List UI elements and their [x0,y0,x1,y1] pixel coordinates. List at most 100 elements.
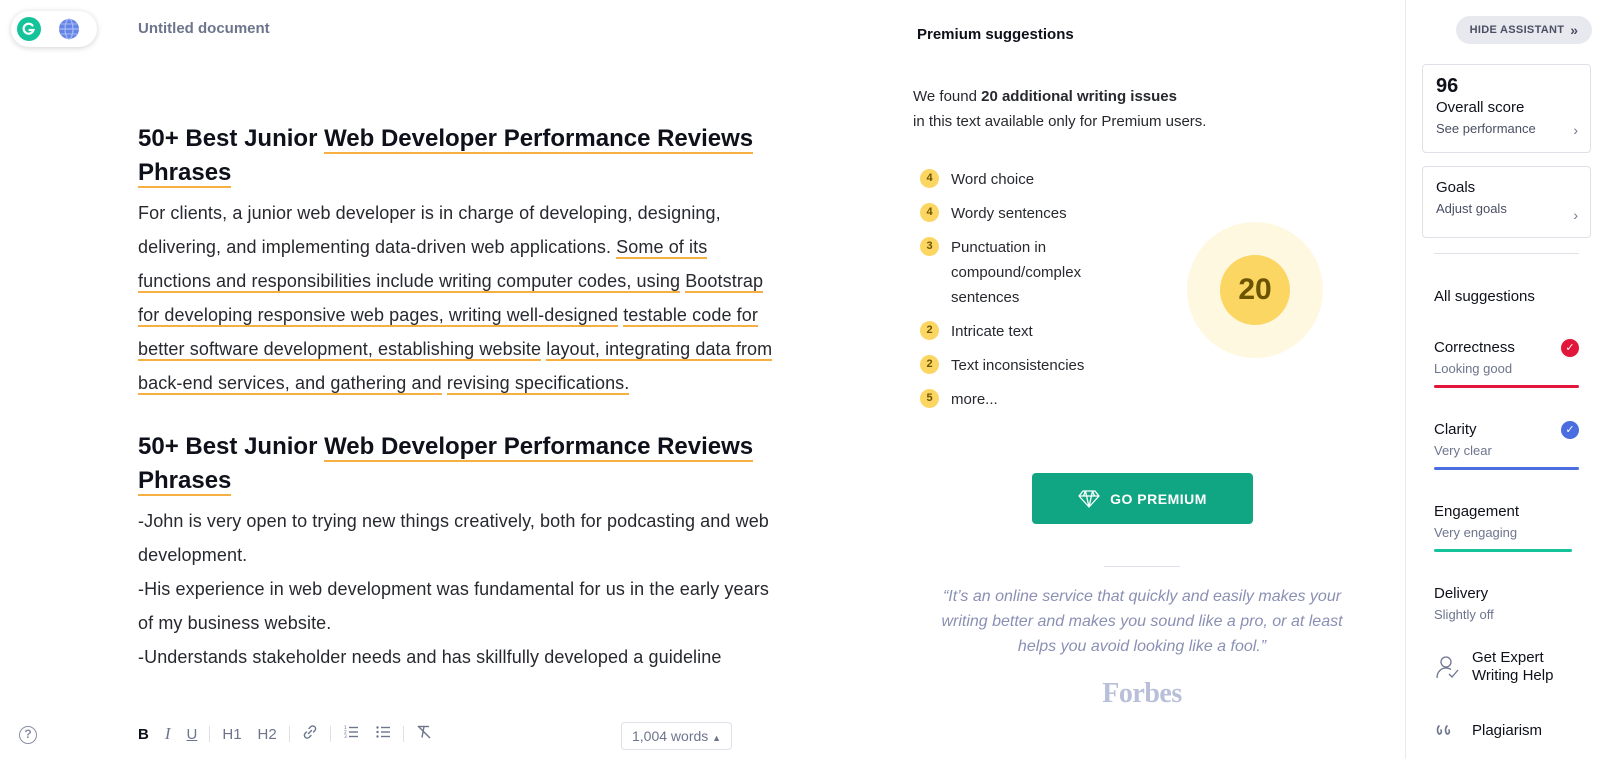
word-count-label: 1,004 words [632,728,709,744]
svg-text:3: 3 [344,734,347,740]
count-badge: 5 [920,389,939,408]
go-premium-button[interactable]: GO PREMIUM [1032,473,1253,524]
double-chevron-right-icon: » [1570,22,1579,38]
count-badge: 2 [920,321,939,340]
heading1-button[interactable]: H1 [214,726,249,743]
count-badge: 4 [920,169,939,188]
check-icon: ✓ [1561,339,1579,357]
diamond-icon [1078,489,1100,508]
plagiarism-label: Plagiarism [1472,722,1543,739]
overall-score-card[interactable]: 96 Overall score See performance › [1422,64,1591,153]
toolbar-divider [402,726,404,742]
issue-list: 4 Word choice 4 Wordy sentences 3 Punctuati… [920,167,1140,421]
metric-bar [1434,549,1572,552]
issue-label: Punctuation in compound/complex sentence… [951,239,1082,306]
paragraph-line: -John is very open to trying new things … [138,511,769,565]
metric-status: Looking good [1434,361,1513,376]
suggestion-underline[interactable]: Phrases [138,467,232,496]
total-issues-badge: 20 [1220,255,1290,325]
hide-assistant-label: HIDE ASSISTANT [1469,24,1565,36]
score-label: Overall score [1436,99,1525,116]
clear-formatting-icon[interactable] [408,724,440,744]
metric-bar [1434,467,1579,470]
list-item: 2 Text inconsistencies [920,353,1140,378]
language-globe-icon[interactable] [57,17,81,41]
paragraph-line: -His experience in web development was f… [138,579,769,633]
chevron-right-icon: › [1573,122,1578,138]
heading2-button[interactable]: H2 [250,726,285,743]
expert-help-link[interactable]: Get Expert Writing Help [1434,649,1572,685]
metric-status: Slightly off [1434,607,1494,622]
formatting-toolbar: B I U H1 H2 123 [130,722,440,746]
hide-assistant-button[interactable]: HIDE ASSISTANT » [1456,16,1592,44]
intro-highlight: 20 additional writing issues [981,88,1177,105]
more-link[interactable]: more... [951,387,998,412]
expert-help-label: Get Expert Writing Help [1472,649,1554,684]
ordered-list-icon[interactable]: 123 [335,724,367,744]
suggestion-underline[interactable]: Some of its [616,237,708,259]
score-value: 96 [1436,75,1459,97]
correctness-metric[interactable]: Correctness Looking good ✓ [1434,337,1579,388]
plagiarism-link[interactable]: Plagiarism [1434,718,1542,744]
word-count-button[interactable]: 1,004 words ▲ [621,722,733,750]
suggestion-underline[interactable]: revising specifications. [446,373,630,395]
heading-1: 50+ Best Junior Web Developer Performanc… [138,122,778,190]
help-icon[interactable]: ? [19,726,37,744]
goals-card[interactable]: Goals Adjust goals › [1422,166,1591,238]
see-performance-link[interactable]: See performance [1436,119,1577,139]
premium-title: Premium suggestions [917,26,1074,43]
list-item[interactable]: 5 more... [920,387,1140,412]
count-badge: 4 [920,203,939,222]
all-suggestions-tab[interactable]: All suggestions [1434,288,1535,305]
document-editor[interactable]: 50+ Best Junior Web Developer Performanc… [138,122,778,674]
app-switcher[interactable] [11,11,97,47]
quote-marks-icon [1436,725,1451,735]
heading-text: 50+ Best Junior [138,125,325,152]
list-item: 4 Word choice [920,167,1140,192]
goals-label: Goals [1436,179,1476,196]
metric-status: Very engaging [1434,525,1518,540]
metric-status: Very clear [1434,443,1492,458]
document-title[interactable]: Untitled document [138,20,270,37]
count-badge: 3 [920,237,939,256]
chevron-right-icon: › [1573,207,1578,223]
metric-name: Engagement [1434,503,1520,520]
metric-name: Delivery [1434,585,1489,602]
list-item: 4 Wordy sentences [920,201,1140,226]
suggestion-underline[interactable]: Web Developer Performance Reviews [324,433,754,462]
metric-bar [1434,385,1579,388]
bold-button[interactable]: B [130,726,157,743]
issue-label: Intricate text [951,323,1033,340]
caret-up-icon: ▲ [712,733,722,743]
engagement-metric[interactable]: Engagement Very engaging [1434,501,1579,552]
heading-text: 50+ Best Junior [138,433,325,460]
delivery-metric[interactable]: Delivery Slightly off [1434,583,1579,625]
go-premium-label: GO PREMIUM [1110,490,1207,507]
heading-2: 50+ Best Junior Web Developer Performanc… [138,430,778,498]
clarity-metric[interactable]: Clarity Very clear ✓ [1434,419,1579,470]
suggestion-underline[interactable]: Web Developer Performance Reviews [324,125,754,154]
intro-text: We found [913,88,982,105]
list-item: 2 Intricate text [920,319,1140,344]
count-badge: 2 [920,355,939,374]
bullet-list-icon[interactable] [367,724,399,744]
list-item: 3 Punctuation in compound/complex sentenc… [920,235,1082,310]
toolbar-divider [288,726,290,742]
section-divider [1104,566,1180,567]
suggestion-underline[interactable]: functions and responsibilities include w… [138,271,681,293]
toolbar-divider [209,726,211,742]
adjust-goals-link[interactable]: Adjust goals [1436,199,1577,219]
grammarly-logo-icon[interactable] [17,17,41,41]
issue-label: Text inconsistencies [951,357,1085,374]
underline-button[interactable]: U [179,726,206,743]
premium-intro: We found 20 additional writing issues in… [913,84,1206,134]
suggestion-underline[interactable]: Phrases [138,159,232,188]
issue-label: Word choice [951,171,1035,188]
italic-button[interactable]: I [157,724,179,744]
toolbar-divider [329,726,331,742]
expert-person-icon [1436,656,1459,679]
issue-label: Wordy sentences [951,205,1067,222]
sidebar-divider [1434,253,1579,254]
forbes-logo: Forbes [1102,678,1182,709]
link-icon[interactable] [294,724,326,744]
